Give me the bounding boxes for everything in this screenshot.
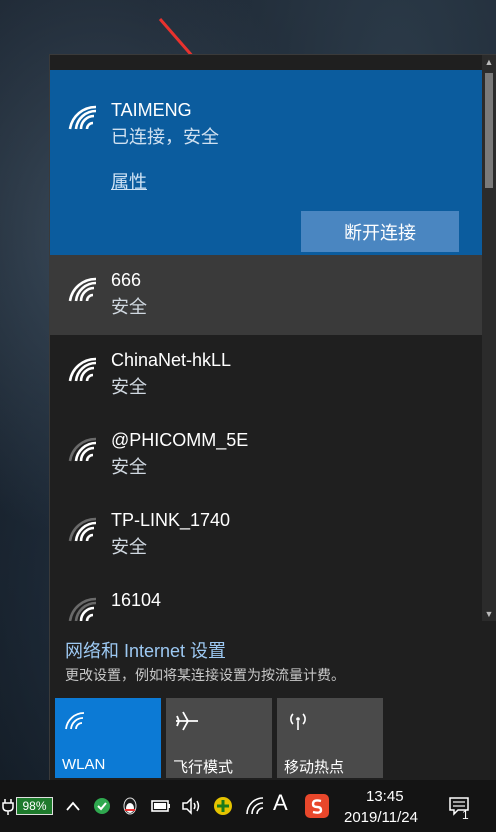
scroll-down-icon[interactable]: ▼	[482, 607, 496, 621]
network-security: 安全	[111, 457, 147, 477]
battery-tray-icon[interactable]	[150, 794, 172, 818]
sogou-ime-icon[interactable]	[304, 793, 330, 819]
scrollbar[interactable]: ▲ ▼	[482, 55, 496, 621]
airplane-icon	[176, 711, 198, 731]
network-list: TAIMENG 已连接，安全 属性 断开连接 666 安全 ChinaNet-h…	[50, 55, 483, 621]
network-settings-link[interactable]: 网络和 Internet 设置	[65, 637, 226, 663]
network-ssid: 666	[111, 270, 142, 290]
network-item[interactable]: ChinaNet-hkLL 安全	[50, 335, 483, 415]
volume-icon[interactable]	[180, 794, 204, 818]
quick-action-hotspot[interactable]: 移动热点	[277, 698, 383, 778]
quick-action-label: 移动热点	[284, 759, 345, 776]
wifi-signal-icon	[68, 105, 97, 130]
network-ssid: 16104	[111, 590, 162, 610]
network-item[interactable]: 16104	[50, 575, 483, 621]
qq-penguin-icon[interactable]	[120, 794, 140, 818]
network-security: 安全	[111, 297, 147, 317]
quick-action-label: WLAN	[62, 756, 106, 773]
clock-date[interactable]: 2019/11/24	[344, 809, 418, 826]
hotspot-icon	[290, 713, 306, 730]
quick-action-airplane[interactable]: 飞行模式	[166, 698, 272, 778]
disconnect-button[interactable]: 断开连接	[301, 211, 459, 252]
quick-action-label: 飞行模式	[173, 759, 234, 776]
settings-description: 更改设置，例如将某连接设置为按流量计费。	[65, 667, 345, 683]
scroll-thumb[interactable]	[485, 73, 493, 188]
power-plug-icon	[2, 799, 14, 815]
battery-indicator[interactable]: 98%	[16, 797, 53, 815]
network-item-connected[interactable]: TAIMENG 已连接，安全 属性 断开连接	[50, 70, 483, 255]
wifi-signal-icon	[68, 277, 97, 302]
notification-count: 1	[462, 808, 469, 822]
app-tray-green-icon[interactable]	[92, 794, 112, 818]
clock-time[interactable]: 13:45	[366, 788, 404, 805]
wifi-icon	[65, 712, 85, 730]
input-indicator[interactable]: A	[273, 790, 288, 815]
network-ssid: TAIMENG	[111, 100, 192, 120]
network-security: 安全	[111, 377, 147, 397]
taskbar: 98% A 13:45 2019/11/24 1	[0, 780, 496, 832]
network-item[interactable]: 666 安全	[50, 255, 483, 335]
network-item[interactable]: @PHICOMM_5E 安全	[50, 415, 483, 495]
wifi-signal-icon	[68, 517, 97, 542]
network-flyout: TAIMENG 已连接，安全 属性 断开连接 666 安全 ChinaNet-h…	[49, 54, 496, 780]
settings-section: 网络和 Internet 设置 更改设置，例如将某连接设置为按流量计费。	[50, 621, 496, 701]
wifi-signal-icon	[68, 597, 97, 621]
network-item[interactable]: TP-LINK_1740 安全	[50, 495, 483, 575]
network-ssid: TP-LINK_1740	[111, 510, 231, 530]
network-ssid: @PHICOMM_5E	[111, 430, 249, 450]
properties-link[interactable]: 属性	[111, 168, 147, 194]
network-status: 已连接，安全	[111, 127, 219, 147]
chevron-up-icon[interactable]	[64, 794, 82, 818]
network-security: 安全	[111, 537, 147, 557]
wifi-tray-icon[interactable]	[244, 794, 266, 818]
scroll-up-icon[interactable]: ▲	[482, 55, 496, 69]
app-tray-plus-icon[interactable]	[212, 794, 234, 818]
network-ssid: ChinaNet-hkLL	[111, 350, 232, 370]
quick-action-wlan[interactable]: WLAN	[55, 698, 161, 778]
wifi-signal-icon	[68, 437, 97, 462]
wifi-signal-icon	[68, 357, 97, 382]
